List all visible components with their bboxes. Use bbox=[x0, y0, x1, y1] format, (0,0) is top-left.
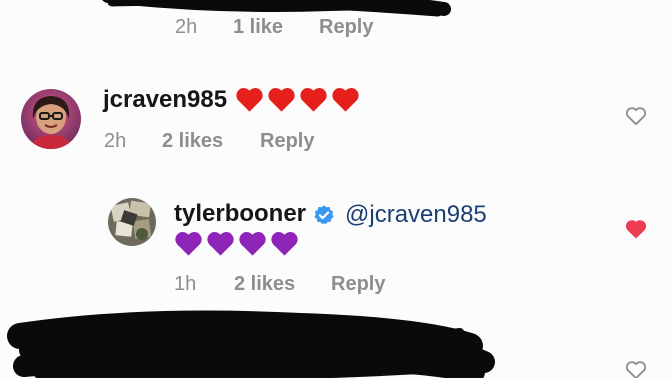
avatar[interactable] bbox=[21, 89, 81, 149]
red-heart-icon bbox=[236, 88, 263, 112]
purple-heart-icon bbox=[239, 232, 266, 256]
comment-emoji-text bbox=[174, 230, 299, 257]
avatar[interactable] bbox=[108, 198, 156, 246]
comment-time: 2h bbox=[104, 130, 127, 152]
comment-time: 1h bbox=[174, 273, 197, 295]
comment-likes-count[interactable]: 2 likes bbox=[162, 130, 260, 153]
comment-likes-count[interactable]: 2 likes bbox=[234, 273, 331, 296]
top-comment-meta: 2h 1 like Reply bbox=[175, 16, 373, 39]
comment-emoji-text bbox=[235, 86, 360, 113]
avatar-image bbox=[21, 89, 81, 149]
red-heart-icon bbox=[332, 88, 359, 112]
reply-button[interactable]: Reply bbox=[331, 273, 385, 296]
comment-meta: 2h 2 likes Reply bbox=[104, 130, 314, 153]
comment-likes-count[interactable]: 1 like bbox=[233, 16, 319, 39]
red-heart-icon bbox=[268, 88, 295, 112]
heart-filled-icon[interactable] bbox=[625, 219, 647, 239]
comment-username[interactable]: tylerbooner bbox=[174, 200, 306, 228]
purple-heart-icon bbox=[271, 232, 298, 256]
comment-username[interactable]: jcraven985 bbox=[103, 86, 227, 114]
mention-link[interactable]: @jcraven985 bbox=[345, 201, 487, 229]
purple-heart-icon bbox=[175, 232, 202, 256]
verified-badge-icon bbox=[314, 205, 334, 225]
heart-outline-icon[interactable] bbox=[625, 106, 647, 126]
reply-button[interactable]: Reply bbox=[260, 130, 314, 153]
reply-button[interactable]: Reply bbox=[319, 16, 373, 39]
red-heart-icon bbox=[300, 88, 327, 112]
comments-screen: 2h 1 like Reply jcraven985 2h 2 likes Re… bbox=[0, 0, 672, 378]
comment-time: 2h bbox=[175, 16, 198, 38]
avatar-image bbox=[108, 198, 156, 246]
heart-outline-icon[interactable] bbox=[625, 360, 647, 378]
purple-heart-icon bbox=[207, 232, 234, 256]
redaction-scribble bbox=[7, 0, 495, 378]
comment-meta: 1h 2 likes Reply bbox=[174, 273, 385, 296]
